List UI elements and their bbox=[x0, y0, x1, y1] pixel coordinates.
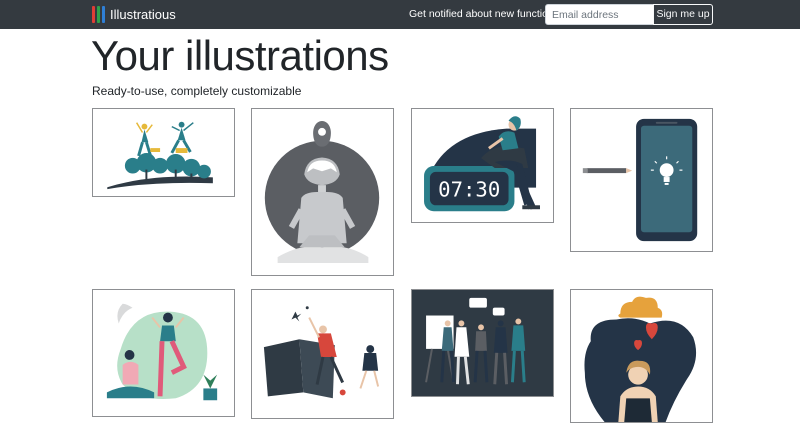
brand-link[interactable]: Illustratious bbox=[92, 5, 176, 24]
yoga-women-illustration bbox=[106, 303, 218, 401]
illustration-card-2[interactable] bbox=[251, 108, 394, 276]
smartphone-lightbulb-pencil-illustration bbox=[582, 118, 698, 242]
page-subtitle: Ready-to-use, completely customizable bbox=[92, 84, 302, 98]
notify-text: Get notified about new functions bbox=[409, 8, 560, 20]
team-presentation-illustration bbox=[412, 290, 553, 396]
illustration-card-3[interactable]: 07:30 bbox=[411, 108, 554, 223]
illustration-card-1[interactable] bbox=[92, 108, 235, 197]
illustration-card-8[interactable] bbox=[570, 289, 713, 423]
clock-display: 07:30 bbox=[438, 177, 500, 201]
page-title: Your illustrations bbox=[91, 32, 389, 79]
email-input[interactable] bbox=[545, 4, 654, 25]
woman-on-alarm-clock-illustration: 07:30 bbox=[424, 116, 540, 212]
top-navbar: Illustratious Get notified about new fun… bbox=[0, 0, 800, 29]
book-running-people-illustration bbox=[263, 306, 380, 399]
person-map-pin-circle-illustration bbox=[264, 121, 380, 263]
dancing-women-trees-illustration bbox=[107, 121, 213, 190]
illustration-card-6[interactable] bbox=[251, 289, 394, 419]
sign-up-button[interactable]: Sign me up bbox=[653, 4, 713, 25]
illustration-card-4[interactable] bbox=[570, 108, 713, 252]
illustration-card-5[interactable] bbox=[92, 289, 235, 417]
brand-name: Illustratious bbox=[110, 7, 176, 22]
woman-hearts-cloud-illustration bbox=[584, 296, 697, 422]
illustration-card-7[interactable] bbox=[411, 289, 554, 397]
logo-icon bbox=[92, 6, 105, 23]
